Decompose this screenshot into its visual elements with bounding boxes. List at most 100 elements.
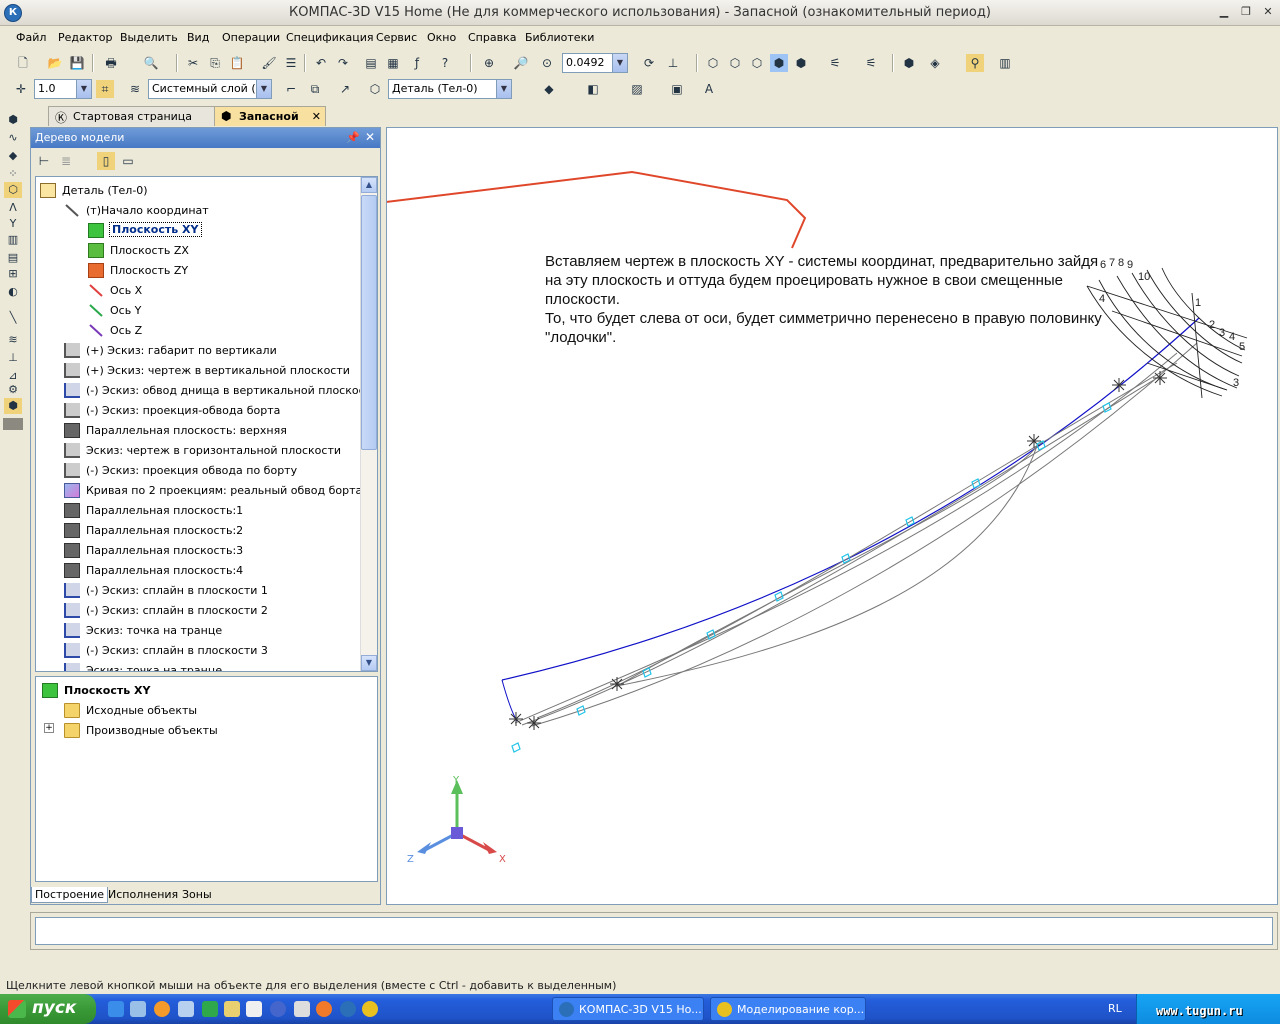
menu-window[interactable]: Окно — [427, 31, 456, 44]
tab-start-page[interactable]: Ⓚ Стартовая страница — [48, 106, 218, 126]
expand-icon[interactable]: + — [44, 723, 54, 733]
cube-tool-icon[interactable]: ⬢ — [4, 398, 22, 414]
toolbar-grip[interactable] — [3, 418, 23, 430]
chrome-icon[interactable] — [362, 1001, 378, 1017]
curves-icon[interactable]: ∿ — [4, 130, 22, 146]
close-tab-icon[interactable]: ✕ — [312, 110, 321, 123]
desktop-icon[interactable] — [178, 1001, 194, 1017]
redo-icon[interactable]: ↷ — [334, 54, 352, 72]
select-filter-icon[interactable]: ⚟ — [862, 54, 880, 72]
measure-icon[interactable]: ▥ — [996, 54, 1014, 72]
planes-icon[interactable]: ≋ — [4, 332, 22, 348]
tab-versions[interactable]: Исполнения — [105, 887, 181, 902]
halftone-edges-icon[interactable]: ⬢ — [792, 54, 810, 72]
menu-select[interactable]: Выделить — [120, 31, 178, 44]
new-file-icon[interactable]: 🗋 — [14, 54, 32, 72]
menu-file[interactable]: Файл — [16, 31, 46, 44]
function-icon[interactable]: ƒ — [408, 54, 426, 72]
paint-icon[interactable] — [246, 1001, 262, 1017]
menu-help[interactable]: Справка — [468, 31, 516, 44]
text-style-icon[interactable]: A — [700, 80, 718, 98]
scroll-up-icon[interactable]: ▲ — [361, 177, 377, 193]
parameterize-icon[interactable]: ↗ — [336, 80, 354, 98]
reports-icon[interactable]: ⊞ — [4, 266, 22, 282]
layer-icon[interactable]: ≋ — [126, 80, 144, 98]
surfaces-icon[interactable]: ◆ — [4, 148, 22, 164]
tab-zones[interactable]: Зоны — [179, 887, 215, 902]
edit-details-icon[interactable]: ⬢ — [4, 112, 22, 128]
part-combo[interactable]: Деталь (Тел-0) ▼ — [388, 79, 512, 99]
color-icon[interactable]: ◧ — [584, 80, 602, 98]
render-icon[interactable]: ◈ — [926, 54, 944, 72]
paste-icon[interactable]: 📋 — [228, 54, 246, 72]
edit-component-icon[interactable]: ⧉ — [306, 80, 324, 98]
hidden-lines-icon[interactable]: ⬡ — [726, 54, 744, 72]
language-indicator[interactable]: RL — [1108, 1002, 1122, 1015]
variables-icon[interactable]: ▦ — [384, 54, 402, 72]
undo-icon[interactable]: ↶ — [312, 54, 330, 72]
elements-icon[interactable]: ◐ — [4, 284, 22, 300]
part-select-icon[interactable]: ⬡ — [366, 80, 384, 98]
chevron-down-icon[interactable]: ▼ — [496, 80, 511, 98]
halftone-icon[interactable]: ⬢ — [770, 54, 788, 72]
menu-operations[interactable]: Операции — [222, 31, 280, 44]
measure-tools-icon[interactable]: ▥ — [4, 232, 22, 248]
properties-icon[interactable]: ☰ — [282, 54, 300, 72]
task-kompas[interactable]: КОМПАС-3D V15 Ho... — [552, 997, 704, 1021]
close-panel-icon[interactable]: ✕ — [365, 130, 375, 144]
green-box-icon[interactable]: ▣ — [668, 80, 686, 98]
step-cursor-icon[interactable]: ✛ — [12, 80, 30, 98]
chevron-down-icon[interactable]: ▼ — [76, 80, 91, 98]
quicklaunch-icon[interactable] — [130, 1001, 146, 1017]
close-icon[interactable]: ✕ — [1260, 5, 1276, 21]
help-cursor-icon[interactable]: ? — [436, 54, 454, 72]
tree-scrollbar[interactable]: ▲ ▼ — [360, 177, 377, 671]
tree-expand-icon[interactable]: ≣ — [57, 152, 75, 170]
chevron-down-icon[interactable]: ▼ — [612, 54, 627, 72]
spatial-curves-icon[interactable]: Λ — [4, 200, 22, 216]
tab-construction[interactable]: Построение — [31, 887, 109, 903]
body-icon[interactable]: ◆ — [540, 80, 558, 98]
arrays-icon[interactable]: ⁘ — [4, 166, 22, 182]
zoom-icon[interactable]: 🔎 — [512, 54, 530, 72]
specification-icon[interactable]: ▤ — [4, 250, 22, 266]
scroll-thumb[interactable] — [361, 195, 377, 450]
notepad-icon[interactable] — [224, 1001, 240, 1017]
orientation-icon[interactable]: ⊥ — [664, 54, 682, 72]
aux-geometry-icon[interactable]: ⬡ — [4, 182, 22, 198]
start-button[interactable]: пуск — [0, 994, 96, 1024]
hatch-icon[interactable]: ▨ — [628, 80, 646, 98]
preview-icon[interactable]: 🔍 — [142, 54, 160, 72]
media-icon[interactable] — [270, 1001, 286, 1017]
thin-lines-icon[interactable]: ⬡ — [748, 54, 766, 72]
format-brush-icon[interactable]: 🖌 — [260, 54, 278, 72]
lines-icon[interactable]: ╲ — [4, 310, 22, 326]
open-file-icon[interactable]: 📂 — [46, 54, 64, 72]
menu-service[interactable]: Сервис — [376, 31, 417, 44]
minimize-icon[interactable]: ▁ — [1216, 5, 1232, 21]
copy-icon[interactable]: ⎘ — [206, 54, 224, 72]
sketch-icon[interactable]: ⌐ — [282, 80, 300, 98]
cube-icon[interactable]: ⬢ — [900, 54, 918, 72]
menu-editor[interactable]: Редактор — [58, 31, 113, 44]
kompas-quick-icon[interactable] — [340, 1001, 356, 1017]
zoom-combo[interactable]: 0.0492 ▼ — [562, 53, 628, 73]
filter-objects-icon[interactable]: Y — [4, 216, 22, 232]
tree-split-icon[interactable]: ▭ — [119, 152, 137, 170]
tree-structure-icon[interactable]: ⊢ — [35, 152, 53, 170]
restore-icon[interactable]: ❐ — [1238, 5, 1254, 21]
ie-icon[interactable] — [108, 1001, 124, 1017]
menu-view[interactable]: Вид — [187, 31, 209, 44]
zoom-scale-icon[interactable]: ⊙ — [538, 54, 556, 72]
manager-icon[interactable]: ▤ — [362, 54, 380, 72]
task-browser[interactable]: Моделирование кор... — [710, 997, 866, 1021]
menu-specification[interactable]: Спецификация — [286, 31, 373, 44]
menu-libraries[interactable]: Библиотеки — [525, 31, 594, 44]
pin-icon[interactable]: 📌 — [346, 131, 360, 144]
cut-icon[interactable]: ✂ — [184, 54, 202, 72]
assembly-icon[interactable]: ⚙ — [4, 382, 22, 398]
snap-icon[interactable]: ⚲ — [966, 54, 984, 72]
dimensions-icon[interactable]: ⊥ — [4, 350, 22, 366]
rotate-icon[interactable]: ⟳ — [640, 54, 658, 72]
step-combo[interactable]: 1.0 ▼ — [34, 79, 92, 99]
